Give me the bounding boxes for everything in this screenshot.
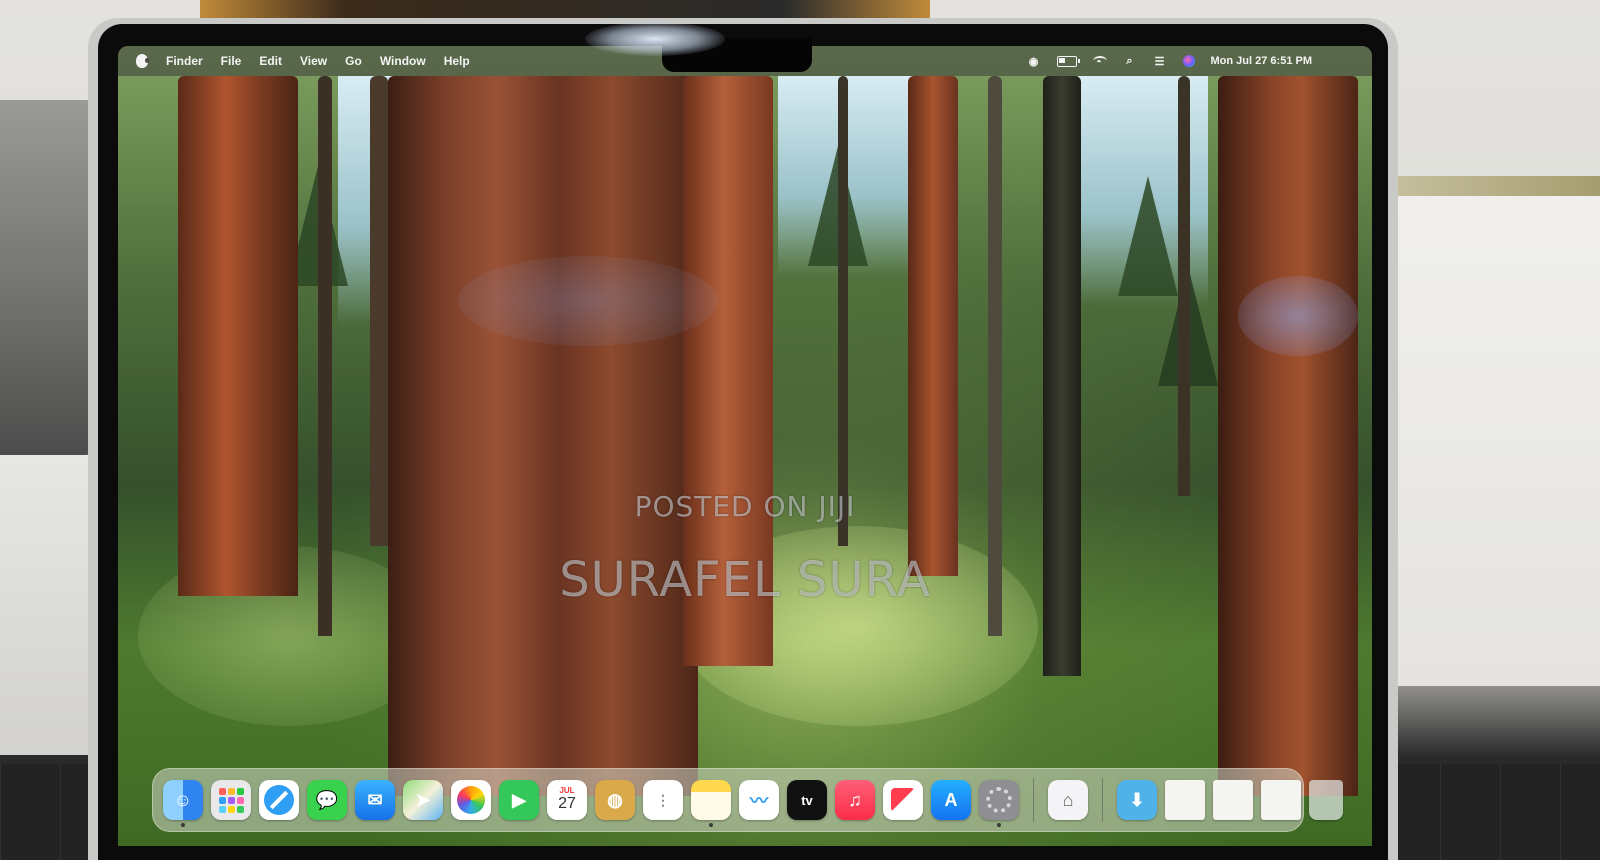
search-icon[interactable]: ⌕: [1123, 54, 1137, 68]
wallpaper-trunk: [370, 76, 388, 546]
launchpad-icon[interactable]: [211, 780, 251, 820]
document-thumbnail[interactable]: [1261, 780, 1301, 820]
screen-reflection: [458, 256, 718, 346]
background-laptop: [0, 100, 92, 455]
battery-icon[interactable]: [1056, 55, 1080, 67]
mail-icon[interactable]: ✉: [355, 780, 395, 820]
dock-separator: [1033, 778, 1034, 822]
news-icon[interactable]: [883, 780, 923, 820]
background-wall: [1370, 196, 1600, 686]
menu-view[interactable]: View: [300, 54, 327, 68]
desktop-screen: Finder File Edit View Go Window Help ◉ ⌕…: [118, 46, 1372, 846]
downloads-folder-icon[interactable]: ⬇: [1117, 780, 1157, 820]
menu-edit[interactable]: Edit: [259, 54, 282, 68]
contacts-icon[interactable]: ◍: [595, 780, 635, 820]
document-thumbnail[interactable]: [1165, 780, 1205, 820]
wallpaper-trunk: [1218, 76, 1358, 796]
reminders-icon[interactable]: ⋮: [643, 780, 683, 820]
menu-window[interactable]: Window: [380, 54, 426, 68]
facetime-icon[interactable]: ▶: [499, 780, 539, 820]
watermark-line2: SURAFEL SURA: [559, 552, 931, 608]
wallpaper-trunk: [1178, 76, 1190, 496]
light-glare: [585, 22, 725, 56]
calendar-icon[interactable]: JUL 27: [547, 780, 587, 820]
menu-help[interactable]: Help: [444, 54, 470, 68]
trash-icon[interactable]: [1309, 780, 1343, 820]
background-shelf-edge: [1370, 176, 1600, 196]
focus-icon[interactable]: ◉: [1027, 54, 1041, 68]
music-icon[interactable]: ♫: [835, 780, 875, 820]
dock: ☺ 💬 ✉ ➤ ▶ JUL 27 ◍ ⋮ 〰 tv ♫ A ⌂ ⬇: [152, 768, 1343, 832]
apple-tv-label: tv: [801, 792, 813, 808]
notes-icon[interactable]: [691, 780, 731, 827]
document-thumbnail[interactable]: [1213, 780, 1253, 820]
preview-icon[interactable]: ⌂: [1048, 780, 1088, 820]
calendar-month: JUL: [559, 786, 575, 795]
apple-tv-icon[interactable]: tv: [787, 780, 827, 820]
messages-icon[interactable]: 💬: [307, 780, 347, 820]
finder-icon[interactable]: ☺: [163, 780, 203, 827]
screen-bezel-bottom: [98, 846, 1388, 860]
menu-file[interactable]: File: [221, 54, 242, 68]
menu-clock[interactable]: Mon Jul 27 6:51 PM: [1211, 55, 1312, 67]
background-object: [200, 0, 930, 18]
menu-bar-left: Finder File Edit View Go Window Help: [118, 54, 470, 68]
wallpaper-trunk: [838, 76, 848, 546]
menu-go[interactable]: Go: [345, 54, 362, 68]
control-center-icon[interactable]: ☰: [1153, 54, 1167, 68]
menu-app-name[interactable]: Finder: [166, 54, 203, 68]
safari-icon[interactable]: [259, 780, 299, 820]
app-store-icon[interactable]: A: [931, 780, 971, 820]
apple-menu-icon[interactable]: [136, 54, 149, 68]
maps-icon[interactable]: ➤: [403, 780, 443, 820]
calendar-day: 27: [558, 795, 576, 812]
dock-separator: [1102, 778, 1103, 822]
screen-reflection: [1238, 276, 1358, 356]
photos-icon[interactable]: [451, 780, 491, 820]
system-settings-icon[interactable]: [979, 780, 1019, 827]
menu-bar-right: ◉ ⌕ ☰ Mon Jul 27 6:51 PM: [1027, 54, 1372, 68]
background-shelf: [0, 455, 95, 755]
wallpaper-trunk: [388, 76, 698, 796]
siri-icon[interactable]: [1182, 55, 1195, 67]
freeform-icon[interactable]: 〰: [739, 780, 779, 820]
watermark-line1: POSTED ON JIJI: [634, 490, 856, 523]
wifi-icon[interactable]: [1092, 56, 1107, 66]
